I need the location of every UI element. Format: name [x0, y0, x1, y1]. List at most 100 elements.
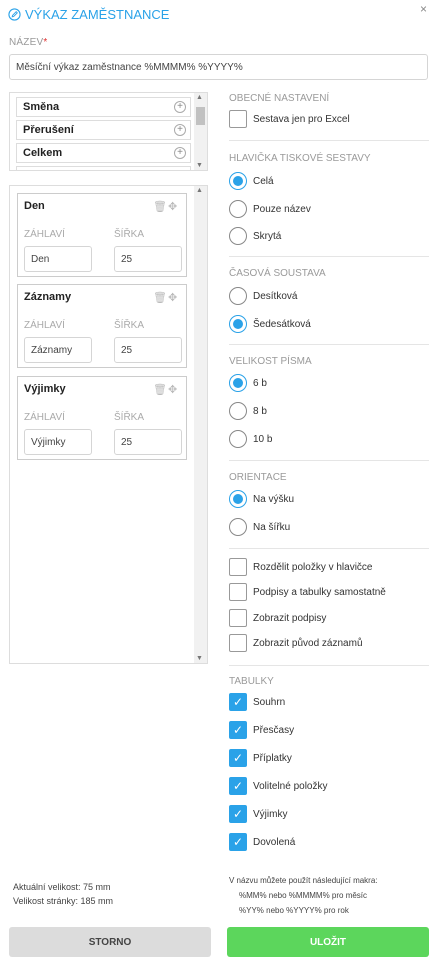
move-icon[interactable]: ✥ [168, 200, 177, 213]
print-header-option[interactable]: Celá [229, 172, 274, 190]
time-system-heading: ČASOVÁ SOUSTAVA [229, 268, 326, 279]
scroll-down-icon[interactable]: ▼ [196, 162, 203, 169]
scroll-up-icon[interactable]: ▲ [196, 187, 203, 194]
checkbox-checked[interactable]: ✓ [229, 777, 247, 795]
header-label: ZÁHLAVÍ [24, 229, 65, 240]
radio-button[interactable] [229, 374, 247, 392]
orientation-option[interactable]: Na výšku [229, 490, 294, 508]
scrollbar[interactable]: ▲ ▼ [194, 93, 207, 170]
close-icon[interactable]: × [420, 2, 427, 16]
column-card[interactable]: Záznamy 🗑 ✥ ZÁHLAVÍ ŠÍŘKA Záznamy 25 [17, 284, 187, 368]
selected-columns-list: Den 🗑 ✥ ZÁHLAVÍ ŠÍŘKA Den 25 Záznamy 🗑 ✥… [9, 185, 208, 664]
time-system-option[interactable]: Šedesátková [229, 315, 311, 333]
column-title: Výjimky [24, 383, 66, 395]
table-option[interactable]: ✓ Přesčasy [229, 721, 294, 739]
width-input[interactable]: 25 [114, 246, 182, 272]
column-card[interactable]: Výjimky 🗑 ✥ ZÁHLAVÍ ŠÍŘKA Výjimky 25 [17, 376, 187, 460]
add-icon[interactable]: + [174, 101, 186, 113]
table-option[interactable]: ✓ Souhrn [229, 693, 285, 711]
divider [229, 548, 429, 549]
divider [229, 665, 429, 666]
checkbox-checked[interactable]: ✓ [229, 833, 247, 851]
scroll-up-icon[interactable]: ▲ [196, 94, 203, 101]
radio-button[interactable] [229, 287, 247, 305]
header-label: ZÁHLAVÍ [24, 320, 65, 331]
name-label: NÁZEV* [9, 37, 48, 48]
move-icon[interactable]: ✥ [168, 383, 177, 396]
dialog-title: VÝKAZ ZAMĚSTNANCE [8, 7, 169, 22]
checkbox-checked[interactable]: ✓ [229, 693, 247, 711]
width-label: ŠÍŘKA [114, 320, 145, 331]
divider [229, 140, 429, 141]
table-option[interactable]: ✓ Výjimky [229, 805, 287, 823]
print-header-option[interactable]: Skrytá [229, 227, 281, 245]
list-item[interactable]: Směna + [16, 97, 191, 117]
macros-info: V názvu můžete použít následující makra:… [229, 876, 378, 915]
checkbox-checked[interactable]: ✓ [229, 805, 247, 823]
time-system-option[interactable]: Desítková [229, 287, 297, 305]
add-icon[interactable]: + [174, 170, 186, 171]
font-size-option[interactable]: 10 b [229, 430, 272, 448]
scroll-thumb[interactable] [196, 107, 205, 125]
font-size-option[interactable]: 6 b [229, 374, 267, 392]
edit-icon [8, 8, 21, 21]
scroll-down-icon[interactable]: ▼ [196, 655, 203, 662]
radio-button[interactable] [229, 315, 247, 333]
header-input[interactable]: Záznamy [24, 337, 92, 363]
radio-button[interactable] [229, 172, 247, 190]
add-icon[interactable]: + [174, 124, 186, 136]
column-card[interactable]: Den 🗑 ✥ ZÁHLAVÍ ŠÍŘKA Den 25 [17, 193, 187, 277]
show-signatures-option[interactable]: Zobrazit podpisy [229, 609, 326, 627]
excel-only-option[interactable]: Sestava jen pro Excel [229, 110, 350, 128]
table-option[interactable]: ✓ Volitelné položky [229, 777, 328, 795]
divider [229, 460, 429, 461]
name-input[interactable]: Měsíční výkaz zaměstnance %MMMM% %YYYY% [9, 54, 428, 80]
show-record-origin-option[interactable]: Zobrazit původ záznamů [229, 634, 363, 652]
width-input[interactable]: 25 [114, 429, 182, 455]
width-input[interactable]: 25 [114, 337, 182, 363]
split-header-option[interactable]: Rozdělit položky v hlavičce [229, 558, 373, 576]
radio-button[interactable] [229, 490, 247, 508]
column-title: Den [24, 200, 45, 212]
orientation-heading: ORIENTACE [229, 472, 287, 483]
checkbox[interactable] [229, 558, 247, 576]
cancel-button[interactable]: STORNO [9, 927, 211, 957]
available-items-list[interactable]: Směna+ Přerušení+ Celkem+ + ▲ ▼ [9, 92, 208, 171]
checkbox[interactable] [229, 583, 247, 601]
signatures-separate-option[interactable]: Podpisy a tabulky samostatně [229, 583, 386, 601]
print-header-heading: HLAVIČKA TISKOVÉ SESTAVY [229, 153, 371, 164]
general-heading: OBECNÉ NASTAVENÍ [229, 93, 330, 104]
list-item[interactable]: Přerušení + [16, 120, 191, 140]
list-item[interactable]: Celkem + [16, 143, 191, 163]
trash-icon[interactable]: 🗑 [153, 200, 167, 213]
radio-button[interactable] [229, 402, 247, 420]
radio-button[interactable] [229, 227, 247, 245]
move-icon[interactable]: ✥ [168, 291, 177, 304]
header-input[interactable]: Výjimky [24, 429, 92, 455]
print-header-option[interactable]: Pouze název [229, 200, 311, 218]
checkbox-checked[interactable]: ✓ [229, 749, 247, 767]
font-size-option[interactable]: 8 b [229, 402, 267, 420]
radio-button[interactable] [229, 430, 247, 448]
font-size-heading: VELIKOST PÍSMA [229, 356, 312, 367]
radio-button[interactable] [229, 200, 247, 218]
checkbox[interactable] [229, 634, 247, 652]
current-size: Aktuální velikost: 75 mm [13, 882, 111, 892]
excel-only-checkbox[interactable] [229, 110, 247, 128]
trash-icon[interactable]: 🗑 [153, 383, 167, 396]
save-button[interactable]: ULOŽIT [227, 927, 429, 957]
checkbox[interactable] [229, 609, 247, 627]
header-label: ZÁHLAVÍ [24, 412, 65, 423]
table-option[interactable]: ✓ Dovolená [229, 833, 295, 851]
scrollbar[interactable]: ▲ ▼ [194, 186, 207, 663]
header-input[interactable]: Den [24, 246, 92, 272]
table-option[interactable]: ✓ Příplatky [229, 749, 292, 767]
list-item-partial[interactable]: + [16, 166, 191, 171]
orientation-option[interactable]: Na šířku [229, 518, 290, 536]
radio-button[interactable] [229, 518, 247, 536]
add-icon[interactable]: + [174, 147, 186, 159]
tables-heading: TABULKY [229, 676, 274, 687]
trash-icon[interactable]: 🗑 [153, 291, 167, 304]
checkbox-checked[interactable]: ✓ [229, 721, 247, 739]
divider [229, 256, 429, 257]
